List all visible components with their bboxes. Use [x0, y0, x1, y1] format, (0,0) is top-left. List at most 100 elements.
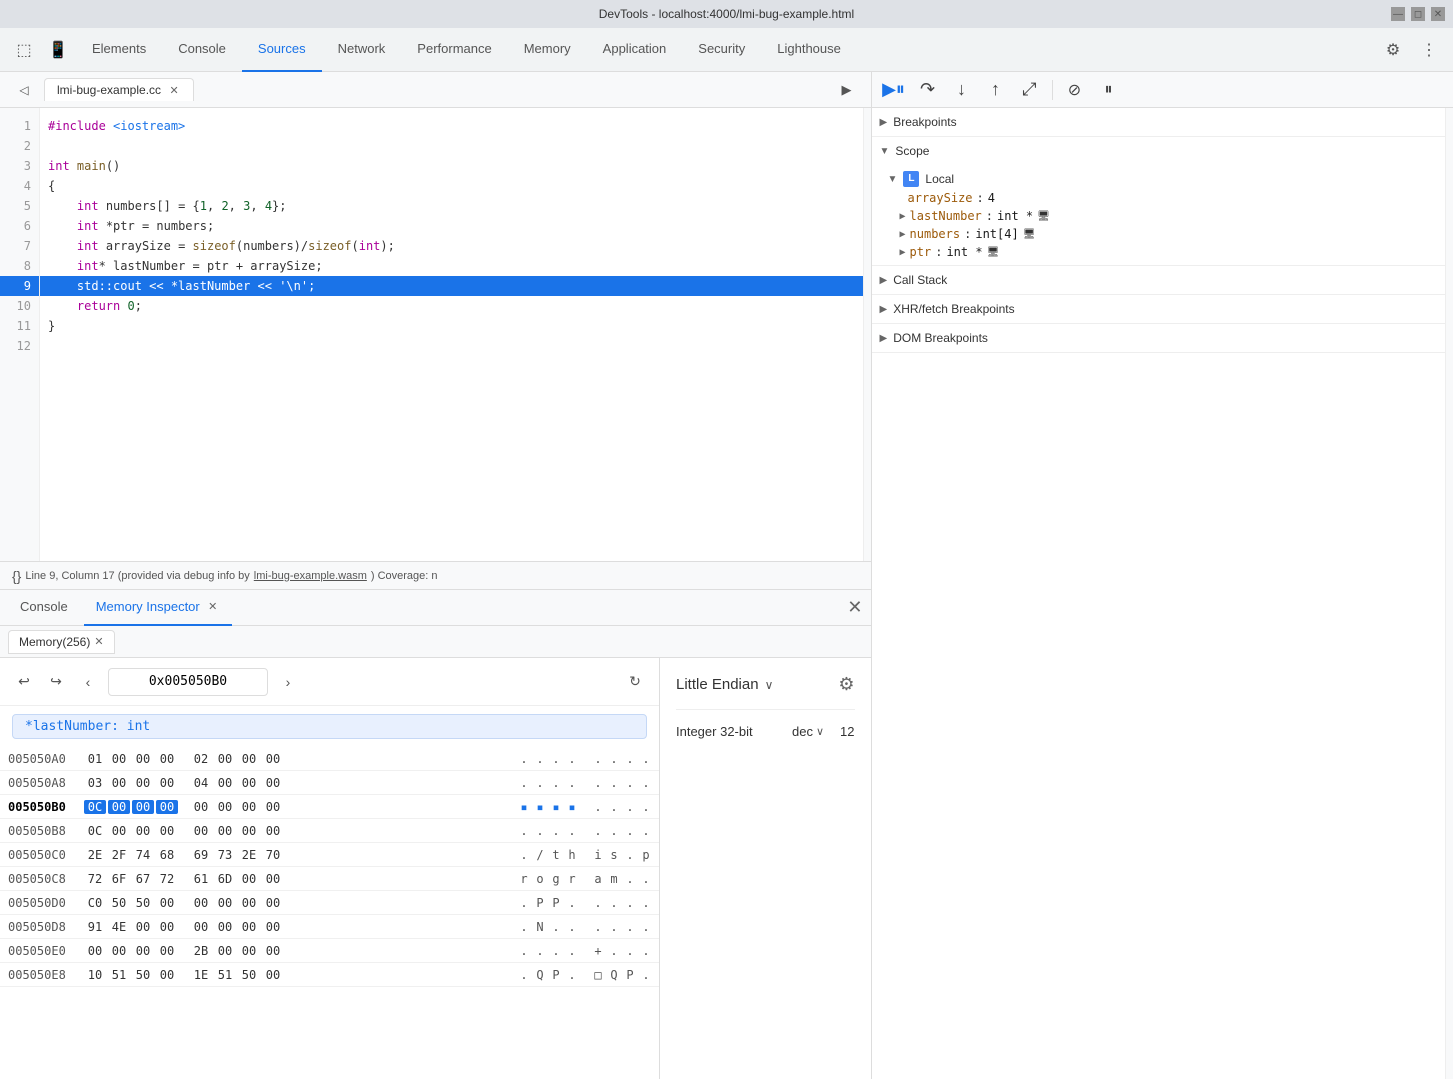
mem-byte[interactable]: 50 — [238, 968, 260, 982]
mem-byte[interactable]: 00 — [238, 776, 260, 790]
mem-byte[interactable]: 00 — [238, 896, 260, 910]
mem-byte[interactable]: 00 — [238, 824, 260, 838]
mem-byte[interactable]: 1E — [190, 968, 212, 982]
mem-byte[interactable]: 00 — [190, 824, 212, 838]
mem-byte[interactable]: 70 — [262, 848, 284, 862]
mem-byte[interactable]: 91 — [84, 920, 106, 934]
mem-byte[interactable]: C0 — [84, 896, 106, 910]
memory-256-tab[interactable]: Memory(256) ✕ — [8, 630, 115, 654]
xhr-header[interactable]: ▶ XHR/fetch Breakpoints — [872, 295, 1446, 323]
interpreter-settings-button[interactable]: ⚙ — [838, 674, 854, 695]
mem-byte[interactable]: 00 — [156, 968, 178, 982]
mem-byte[interactable]: 69 — [190, 848, 212, 862]
tab-application[interactable]: Application — [587, 28, 683, 72]
local-group-header[interactable]: ▼ L Local — [872, 169, 1446, 189]
mem-byte[interactable]: 00 — [132, 824, 154, 838]
mem-byte[interactable]: 00 — [156, 944, 178, 958]
mem-byte[interactable]: 00 — [156, 776, 178, 790]
settings-button[interactable]: ⚙ — [1377, 34, 1409, 66]
step-over-button[interactable]: ↷ — [914, 76, 942, 104]
bottom-panel-close-button[interactable]: ✕ — [847, 597, 862, 618]
mem-byte[interactable]: 00 — [214, 824, 236, 838]
mem-byte[interactable]: 00 — [156, 920, 178, 934]
step-into-button[interactable]: ↓ — [948, 76, 976, 104]
tab-network[interactable]: Network — [322, 28, 402, 72]
mem-byte[interactable]: 00 — [156, 896, 178, 910]
mem-byte[interactable]: 00 — [262, 872, 284, 886]
dom-header[interactable]: ▶ DOM Breakpoints — [872, 324, 1446, 352]
mem-byte[interactable]: 51 — [214, 968, 236, 982]
mem-byte-highlighted[interactable]: 00 — [108, 800, 130, 814]
mem-byte[interactable]: 67 — [132, 872, 154, 886]
memory-inspector-tab-close[interactable]: ✕ — [206, 600, 220, 614]
mem-byte[interactable]: 00 — [214, 752, 236, 766]
mem-byte[interactable]: 00 — [156, 752, 178, 766]
step-button[interactable]: ⤢ — [1016, 76, 1044, 104]
memory-tab-close-button[interactable]: ✕ — [94, 635, 103, 648]
bottom-tab-memory-inspector[interactable]: Memory Inspector ✕ — [84, 590, 232, 626]
wasm-link[interactable]: lmi-bug-example.wasm — [254, 570, 367, 582]
mem-byte[interactable]: 00 — [262, 896, 284, 910]
mem-byte[interactable]: 00 — [214, 920, 236, 934]
mem-byte[interactable]: 00 — [108, 752, 130, 766]
device-toggle-button[interactable]: 📱 — [42, 34, 74, 66]
mem-byte[interactable]: 0C — [84, 824, 106, 838]
mem-byte[interactable]: 73 — [214, 848, 236, 862]
mem-byte[interactable]: 10 — [84, 968, 106, 982]
mem-byte[interactable]: 00 — [262, 752, 284, 766]
mem-byte[interactable]: 61 — [190, 872, 212, 886]
call-stack-header[interactable]: ▶ Call Stack — [872, 266, 1446, 294]
mem-byte[interactable]: 00 — [214, 776, 236, 790]
mem-byte[interactable]: 51 — [108, 968, 130, 982]
scope-var-numbers[interactable]: ▶ numbers : int[4] 🖥 — [872, 225, 1446, 243]
tab-memory[interactable]: Memory — [508, 28, 587, 72]
select-tool-button[interactable]: ⬚ — [8, 34, 40, 66]
mem-byte[interactable]: 00 — [262, 968, 284, 982]
mem-byte-highlighted[interactable]: 0C — [84, 800, 106, 814]
memory-forward-button[interactable]: ↪ — [44, 670, 68, 694]
mem-byte[interactable]: 2F — [108, 848, 130, 862]
mem-byte[interactable]: 01 — [84, 752, 106, 766]
deactivate-button[interactable]: ⊘ — [1061, 76, 1089, 104]
file-tab[interactable]: lmi-bug-example.cc ✕ — [44, 78, 194, 101]
mem-byte[interactable]: 00 — [262, 800, 284, 814]
mem-byte[interactable]: 50 — [132, 968, 154, 982]
memory-next-button[interactable]: › — [276, 670, 300, 694]
int32-format-selector[interactable]: dec ∨ — [792, 724, 824, 739]
mem-byte[interactable]: 4E — [108, 920, 130, 934]
mem-byte[interactable]: 00 — [132, 920, 154, 934]
more-menu-button[interactable]: ⋮ — [1413, 34, 1445, 66]
breakpoints-header[interactable]: ▶ Breakpoints — [872, 108, 1446, 136]
memory-back-button[interactable]: ↩ — [12, 670, 36, 694]
tab-sources[interactable]: Sources — [242, 28, 322, 72]
mem-byte[interactable]: 72 — [156, 872, 178, 886]
mem-byte[interactable]: 00 — [214, 896, 236, 910]
mem-byte[interactable]: 00 — [238, 800, 260, 814]
scope-var-ptr[interactable]: ▶ ptr : int * 🖥 — [872, 243, 1446, 261]
mem-byte[interactable]: 00 — [108, 776, 130, 790]
close-button[interactable]: ✕ — [1431, 7, 1445, 21]
memory-refresh-button[interactable]: ↻ — [623, 670, 647, 694]
address-input[interactable] — [108, 668, 268, 696]
mem-byte[interactable]: 74 — [132, 848, 154, 862]
mem-byte[interactable]: 68 — [156, 848, 178, 862]
tab-elements[interactable]: Elements — [76, 28, 162, 72]
mem-byte[interactable]: 00 — [132, 944, 154, 958]
scope-header[interactable]: ▼ Scope — [872, 137, 1446, 165]
tab-console[interactable]: Console — [162, 28, 242, 72]
mem-byte[interactable]: 50 — [132, 896, 154, 910]
mem-byte[interactable]: 00 — [262, 920, 284, 934]
mem-byte[interactable]: 00 — [262, 776, 284, 790]
step-out-button[interactable]: ↑ — [982, 76, 1010, 104]
mem-byte[interactable]: 00 — [190, 800, 212, 814]
mem-byte-highlighted[interactable]: 00 — [132, 800, 154, 814]
mem-byte[interactable]: 00 — [238, 752, 260, 766]
debug-scrollbar[interactable] — [1445, 108, 1453, 1079]
scope-var-arraysize[interactable]: arraySize : 4 — [872, 189, 1446, 207]
mem-byte[interactable]: 03 — [84, 776, 106, 790]
pause-on-exceptions-button[interactable]: ⏸ — [1095, 76, 1123, 104]
tab-lighthouse[interactable]: Lighthouse — [761, 28, 857, 72]
mem-byte[interactable]: 00 — [238, 920, 260, 934]
code-content[interactable]: #include <iostream> int main() { int num… — [40, 108, 863, 561]
resume-button[interactable]: ▶⏸ — [880, 76, 908, 104]
